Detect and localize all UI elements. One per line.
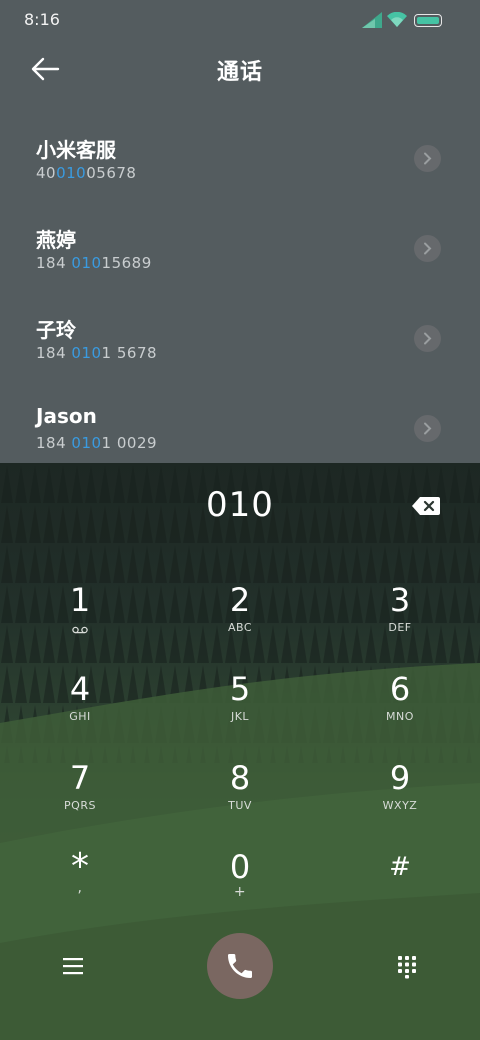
cell-signal-icon bbox=[362, 12, 382, 28]
dialed-number: 010 bbox=[206, 485, 274, 525]
contact-detail-chevron-icon[interactable] bbox=[414, 325, 441, 352]
contact-number: 184 0101 0029 bbox=[36, 434, 158, 452]
contact-item[interactable]: 子玲 184 0101 5678 bbox=[0, 290, 480, 380]
key-6[interactable]: 6 MNO bbox=[340, 670, 460, 740]
contact-item[interactable]: 燕婷 184 01015689 bbox=[0, 200, 480, 290]
page-title: 通话 bbox=[216, 60, 263, 85]
key-3[interactable]: 3 DEF bbox=[340, 581, 460, 651]
status-bar: 8:16 bbox=[0, 0, 480, 40]
key-hash[interactable]: # bbox=[340, 848, 460, 918]
dialer-panel: 010 1 2 ABC 3 DEF 4 GHI 5 JKL 6 MNO 7 PQ… bbox=[0, 463, 480, 1040]
contact-number: 4001005678 bbox=[36, 164, 137, 182]
contact-number: 184 01015689 bbox=[36, 254, 152, 272]
dialpad-icon[interactable] bbox=[396, 955, 418, 979]
contact-detail-chevron-icon[interactable] bbox=[414, 235, 441, 262]
search-results-panel: 8:16 通话 小米客服 4001005678 燕婷 184 01015689 … bbox=[0, 0, 480, 463]
dialer-bottom-bar bbox=[0, 933, 480, 1003]
key-star[interactable]: * , bbox=[20, 848, 140, 918]
backspace-icon[interactable] bbox=[412, 496, 440, 516]
contact-detail-chevron-icon[interactable] bbox=[414, 145, 441, 172]
contact-name: Jason bbox=[36, 404, 97, 428]
key-8[interactable]: 8 TUV bbox=[180, 759, 300, 829]
voicemail-icon bbox=[72, 626, 88, 634]
battery-icon bbox=[414, 14, 442, 27]
key-7[interactable]: 7 PQRS bbox=[20, 759, 140, 829]
contact-number: 184 0101 5678 bbox=[36, 344, 158, 362]
contact-name: 子玲 bbox=[36, 318, 76, 342]
contact-list: 小米客服 4001005678 燕婷 184 01015689 子玲 184 0… bbox=[0, 110, 480, 470]
key-4[interactable]: 4 GHI bbox=[20, 670, 140, 740]
wifi-icon bbox=[387, 12, 407, 27]
key-9[interactable]: 9 WXYZ bbox=[340, 759, 460, 829]
contact-name: 小米客服 bbox=[36, 138, 116, 162]
status-icons bbox=[362, 12, 452, 28]
key-0[interactable]: 0 + bbox=[180, 848, 300, 918]
key-1[interactable]: 1 bbox=[20, 581, 140, 651]
contact-item[interactable]: 小米客服 4001005678 bbox=[0, 110, 480, 200]
contact-name: 燕婷 bbox=[36, 228, 76, 252]
phone-icon bbox=[228, 954, 252, 978]
contact-detail-chevron-icon[interactable] bbox=[414, 415, 441, 442]
contact-item[interactable]: Jason 184 0101 0029 bbox=[0, 380, 480, 470]
key-5[interactable]: 5 JKL bbox=[180, 670, 300, 740]
header: 通话 bbox=[0, 48, 480, 92]
call-button[interactable] bbox=[207, 933, 273, 999]
key-2[interactable]: 2 ABC bbox=[180, 581, 300, 651]
status-time: 8:16 bbox=[24, 10, 60, 29]
menu-icon[interactable] bbox=[62, 957, 84, 975]
